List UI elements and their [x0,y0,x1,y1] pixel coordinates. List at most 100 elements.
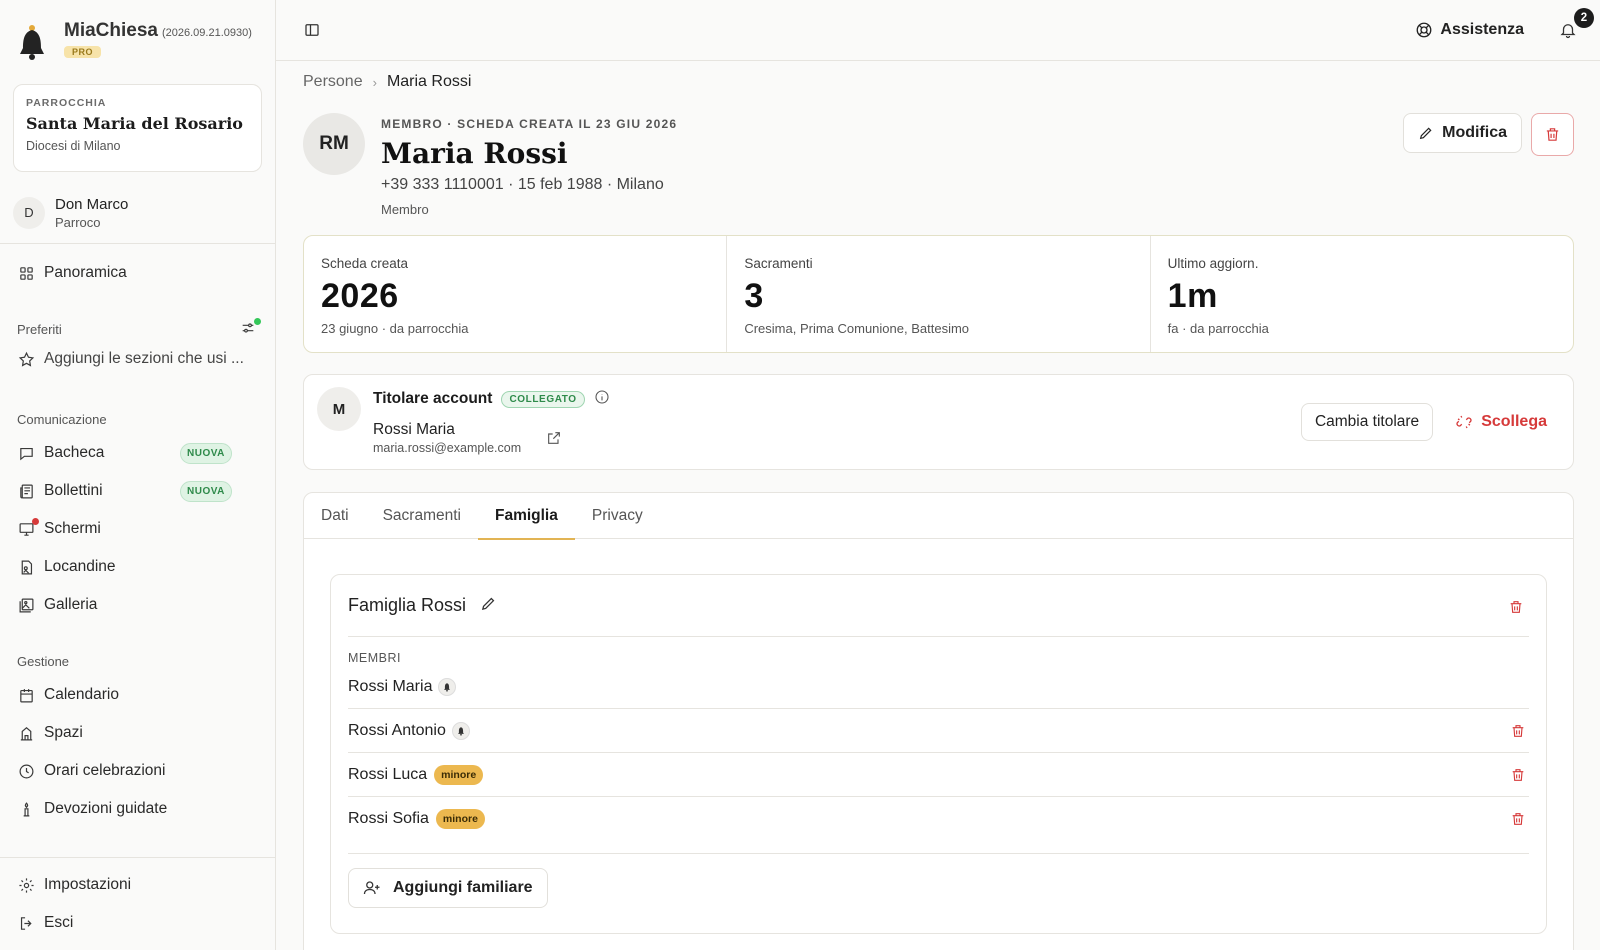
sidebar-item-galleria[interactable]: Galleria [0,586,275,624]
sidebar-item-label: Galleria [44,596,98,613]
avatar: D [13,196,45,229]
member-name[interactable]: Rossi Antonio [348,722,446,740]
app-name: MiaChiesa [64,20,158,41]
customize-icon[interactable] [240,318,261,338]
avatar: M [317,387,361,431]
members-label: MEMBRI [348,651,401,665]
user-profile[interactable]: D Don Marco Parroco [0,172,275,244]
sidebar-item-label: Esci [44,914,74,931]
trash-icon[interactable] [1510,767,1526,787]
tab-sacramenti[interactable]: Sacramenti [366,493,478,539]
sidebar-item-label: Impostazioni [44,876,132,893]
parish-kicker: PARROCCHIA [26,97,107,109]
poster-icon [17,558,35,576]
avatar: RM [303,113,365,175]
delete-person-button[interactable] [1531,113,1574,156]
sidebar-item-label: Schermi [44,520,101,537]
account-holder-card: M Titolare account COLLEGATO Rossi Maria… [303,374,1574,470]
new-badge: NUOVA [180,480,232,502]
stat-label: Sacramenti [744,256,813,271]
sidebar-item-esci[interactable]: Esci [0,904,275,942]
lifebuoy-icon [1416,22,1432,38]
sidebar-item-impostazioni[interactable]: Impostazioni [0,866,275,904]
star-icon [17,350,35,368]
sidebar-item-devozioni[interactable]: Devozioni guidate [0,790,275,828]
parish-name: Santa Maria del Rosario [26,114,243,133]
notifications-button[interactable]: 2 [1556,8,1594,42]
stat-sub: 23 giugno · da parrocchia [321,321,469,336]
sidebar-item-bacheca[interactable]: Bacheca NUOVA [0,434,275,472]
unlink-label: Scollega [1481,413,1547,430]
main-content: Assistenza 2 Persone › Maria Rossi RM ME… [276,0,1600,950]
unlink-icon [1456,415,1472,429]
stat-value: 1m [1167,277,1218,315]
sidebar-item-schermi[interactable]: Schermi [0,510,275,548]
tab-famiglia[interactable]: Famiglia [477,493,575,540]
sidebar-item-spazi[interactable]: Spazi [0,714,275,752]
sidebar-footer: Impostazioni Esci [0,857,275,950]
account-title: Titolare account [373,390,493,407]
sidebar: MiaChiesa (2026.09.21.0930) PRO PARROCCHI… [0,0,276,950]
edit-button[interactable]: Modifica [1403,113,1522,153]
pencil-icon [1419,127,1432,140]
add-family-label: Aggiungi familiare [393,879,533,896]
tab-dati[interactable]: Dati [304,493,366,539]
list-item: Rossi Luca minore [348,753,1529,797]
pencil-icon[interactable] [480,595,497,616]
sidebar-item-label: Orari celebrazioni [44,762,166,779]
trash-icon[interactable] [1508,599,1524,619]
change-holder-button[interactable]: Cambia titolare [1300,403,1434,441]
breadcrumb-parent[interactable]: Persone [303,73,363,91]
person-kicker: MEMBRO · SCHEDA CREATA IL 23 GIU 2026 [381,117,678,131]
alert-dot [32,518,39,525]
info-icon[interactable] [594,389,610,409]
monitor-icon [17,518,39,538]
clock-icon [17,762,35,780]
member-name[interactable]: Rossi Maria [348,678,432,696]
newspaper-icon [17,482,35,500]
status-dot [254,318,261,325]
add-favorites[interactable]: Aggiungi le sezioni che usi ... [0,340,275,378]
stat-label: Ultimo aggiorn. [1167,256,1259,271]
status-badge: COLLEGATO [501,390,585,408]
section-label: Preferiti [17,321,62,337]
sidebar-item-label: Devozioni guidate [44,800,168,817]
plan-badge: PRO [64,46,102,58]
unlink-button[interactable]: Scollega [1455,413,1547,431]
change-holder-label: Cambia titolare [1314,413,1420,430]
tabs-panel: Dati Sacramenti Famiglia Privacy Famigli… [303,492,1574,950]
sidebar-item-overview[interactable]: Panoramica [0,254,275,292]
message-icon [17,444,35,462]
sidebar-item-label: Spazi [44,724,83,741]
sidebar-toggle-icon[interactable] [300,18,324,42]
bell-icon [438,677,457,696]
tab-privacy[interactable]: Privacy [575,493,660,539]
stat-label: Scheda creata [321,256,409,271]
trash-icon [1546,128,1559,141]
sidebar-item-orari[interactable]: Orari celebrazioni [0,752,275,790]
family-card: Famiglia Rossi MEMBRI Rossi Maria Rossi … [330,574,1547,934]
parish-card[interactable]: PARROCCHIA Santa Maria del Rosario Dioce… [13,84,262,172]
bell-icon [1560,24,1576,39]
add-family-member-button[interactable]: Aggiungi familiare [348,868,548,908]
help-button[interactable]: Assistenza [1415,21,1524,39]
tab-bar: Dati Sacramenti Famiglia Privacy [304,493,1573,540]
section-communication: Comunicazione [0,408,275,430]
sidebar-item-calendario[interactable]: Calendario [0,676,275,714]
member-name[interactable]: Rossi Sofia [348,810,429,828]
trash-icon[interactable] [1510,811,1526,831]
app-version: (2026.09.21.0930) [161,27,252,39]
help-label: Assistenza [1440,21,1524,38]
gallery-icon [17,596,35,614]
external-link-icon[interactable] [546,430,562,450]
trash-icon[interactable] [1510,723,1526,743]
user-role: Parroco [55,214,101,230]
family-title: Famiglia Rossi [348,595,467,615]
section-management: Gestione [0,650,275,672]
notification-count: 2 [1574,8,1594,28]
sidebar-item-locandine[interactable]: Locandine [0,548,275,586]
sidebar-item-bollettini[interactable]: Bollettini NUOVA [0,472,275,510]
account-email: maria.rossi@example.com [373,441,522,455]
member-name[interactable]: Rossi Luca [348,766,427,784]
new-badge: NUOVA [180,442,232,464]
